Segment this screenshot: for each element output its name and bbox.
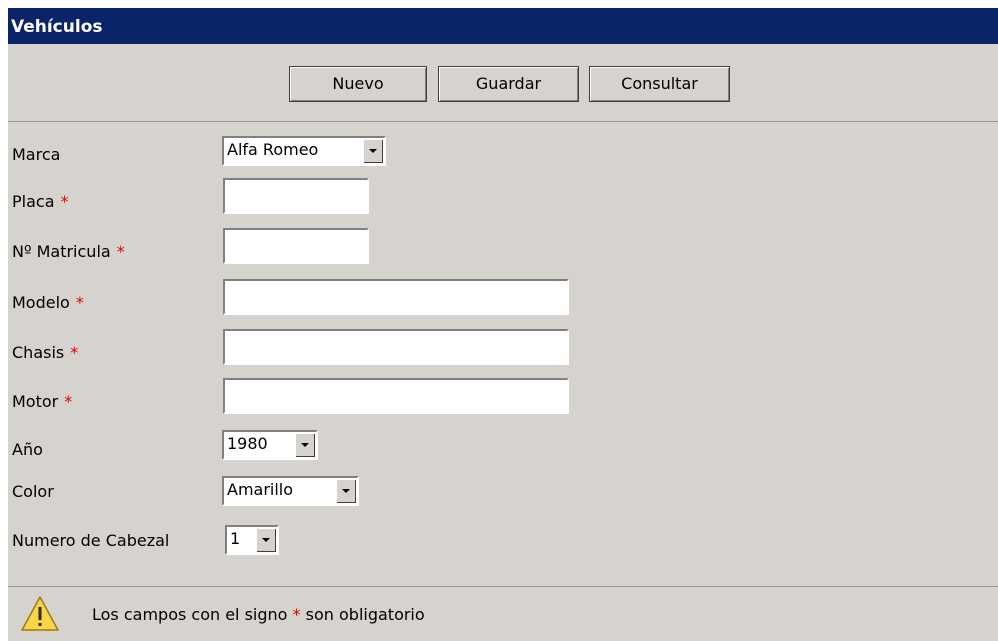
- marca-label: Marca: [12, 145, 61, 164]
- cabezal-label: Numero de Cabezal: [12, 531, 170, 550]
- marca-select[interactable]: Alfa Romeo: [222, 136, 386, 166]
- modelo-label-wrap: Modelo *: [12, 293, 84, 313]
- placa-input[interactable]: [222, 177, 370, 215]
- chasis-label: Chasis: [12, 343, 65, 362]
- chevron-down-icon[interactable]: [295, 433, 315, 457]
- chasis-input[interactable]: [222, 328, 570, 366]
- chevron-down-icon[interactable]: [256, 528, 276, 552]
- panel-title: Vehículos: [8, 8, 998, 44]
- color-value: Amarillo: [227, 480, 294, 499]
- footer: Los campos con el signo * son obligatori…: [8, 586, 998, 641]
- color-row: Color Amarillo: [8, 476, 998, 516]
- toolbar: Nuevo Guardar Consultar: [8, 44, 998, 122]
- required-mark: *: [60, 192, 69, 211]
- chasis-label-wrap: Chasis *: [12, 343, 78, 363]
- note-required-mark: *: [292, 605, 301, 624]
- note-text-after: son obligatorio: [305, 605, 425, 624]
- modelo-input[interactable]: [222, 278, 570, 316]
- color-label: Color: [12, 482, 54, 501]
- anio-select[interactable]: 1980: [222, 430, 318, 460]
- chevron-down-icon[interactable]: [363, 139, 383, 163]
- anio-row: Año 1980: [8, 430, 998, 470]
- chasis-row: Chasis *: [8, 328, 998, 369]
- note-text-before: Los campos con el signo: [92, 605, 288, 624]
- motor-input[interactable]: [222, 377, 570, 415]
- warning-icon: [21, 596, 59, 631]
- cabezal-row: Numero de Cabezal 1: [8, 525, 998, 565]
- placa-row: Placa *: [8, 177, 998, 218]
- marca-row: Marca Alfa Romeo: [8, 136, 998, 176]
- marca-value: Alfa Romeo: [227, 140, 319, 159]
- matricula-label: Nº Matricula: [12, 242, 111, 261]
- consultar-button[interactable]: Consultar: [589, 66, 730, 102]
- anio-label: Año: [12, 440, 43, 459]
- motor-label: Motor: [12, 392, 59, 411]
- color-select[interactable]: Amarillo: [222, 476, 359, 506]
- anio-value: 1980: [227, 434, 268, 453]
- vehiculos-panel: Vehículos Nuevo Guardar Consultar Marca …: [8, 8, 998, 641]
- required-mark: *: [64, 392, 73, 411]
- motor-row: Motor *: [8, 377, 998, 418]
- matricula-input[interactable]: [222, 227, 370, 265]
- required-fields-note: Los campos con el signo * son obligatori…: [92, 605, 425, 625]
- placa-label-wrap: Placa *: [12, 192, 69, 212]
- matricula-row: Nº Matricula *: [8, 227, 998, 268]
- cabezal-value: 1: [230, 529, 241, 548]
- required-mark: *: [70, 343, 79, 362]
- cabezal-select[interactable]: 1: [225, 525, 279, 555]
- matricula-label-wrap: Nº Matricula *: [12, 242, 125, 262]
- placa-label: Placa: [12, 192, 55, 211]
- chevron-down-icon[interactable]: [336, 479, 356, 503]
- motor-label-wrap: Motor *: [12, 392, 72, 412]
- required-mark: *: [75, 293, 84, 312]
- modelo-label: Modelo: [12, 293, 70, 312]
- modelo-row: Modelo *: [8, 278, 998, 319]
- nuevo-button[interactable]: Nuevo: [289, 66, 427, 102]
- guardar-button[interactable]: Guardar: [438, 66, 579, 102]
- required-mark: *: [116, 242, 125, 261]
